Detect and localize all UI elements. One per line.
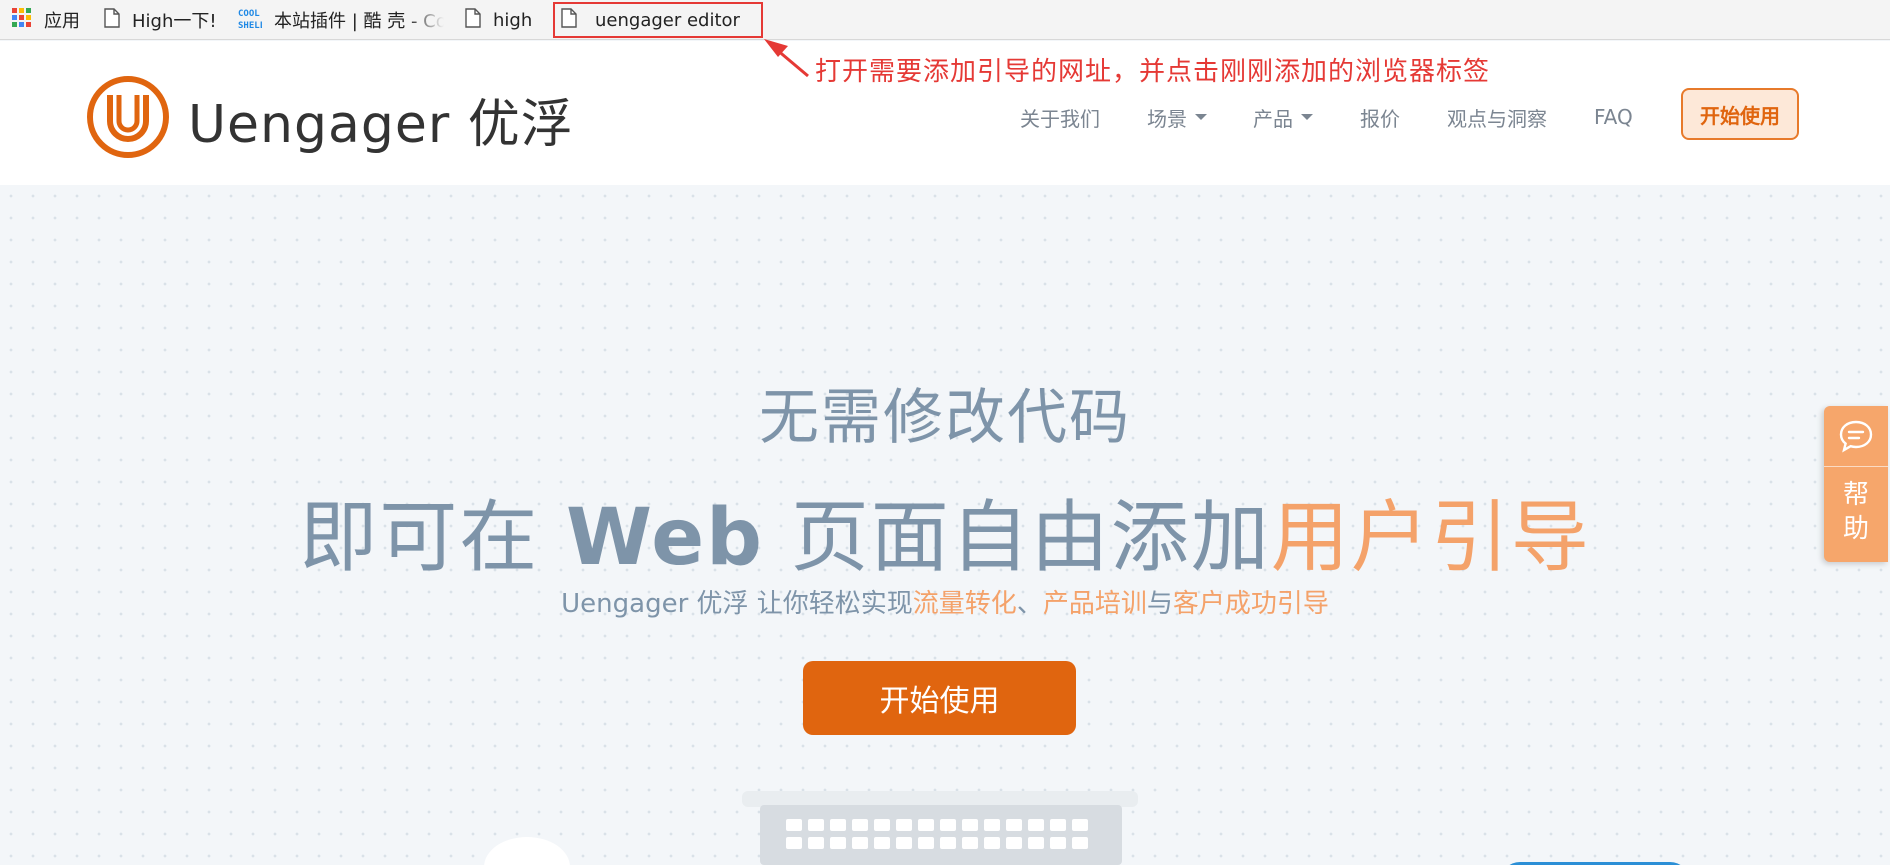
- laptop-key: [962, 837, 978, 849]
- svg-text:SHELL: SHELL: [238, 21, 262, 31]
- site-logo[interactable]: Uengager 优浮: [86, 75, 574, 163]
- laptop-key: [1006, 837, 1022, 849]
- hero-title-highlight: 用户引导: [1270, 493, 1591, 583]
- laptop-key: [852, 819, 868, 831]
- nav-insights[interactable]: 观点与洞察: [1447, 102, 1547, 132]
- laptop-key: [874, 819, 890, 831]
- bookmark-high[interactable]: high: [465, 0, 545, 40]
- nav-pricing[interactable]: 报价: [1360, 102, 1400, 132]
- nav-about-us[interactable]: 关于我们: [1020, 102, 1100, 132]
- help-widget[interactable]: 帮 助: [1824, 406, 1888, 562]
- laptop-key: [940, 837, 956, 849]
- decorative-shape: [484, 837, 570, 865]
- chat-bubble-icon[interactable]: [1836, 416, 1876, 456]
- hero-start-button[interactable]: 开始使用: [803, 661, 1076, 735]
- hero-title: 即可在 Web 页面自由添加用户引导: [0, 475, 1890, 587]
- page-icon: [104, 7, 120, 33]
- header-start-button[interactable]: 开始使用: [1681, 88, 1799, 140]
- hero-title-web: Web: [565, 493, 764, 583]
- hero-subtitle: 无需修改代码: [759, 383, 1131, 453]
- logo-text: Uengager 优浮: [188, 94, 574, 155]
- nav-label: 观点与洞察: [1447, 106, 1547, 131]
- page-icon: [465, 7, 481, 33]
- laptop-key: [1050, 837, 1066, 849]
- hero-desc-highlight-2: 产品培训: [1042, 589, 1147, 619]
- bookmark-label: uengager editor: [595, 9, 740, 31]
- nav-products[interactable]: 产品: [1253, 102, 1313, 132]
- hero-title-prefix: 即可在: [299, 493, 566, 583]
- laptop-key: [896, 837, 912, 849]
- laptop-key: [786, 837, 802, 849]
- hero-title-mid: 页面自由添加: [763, 493, 1271, 583]
- nav-label: 场景: [1147, 106, 1187, 131]
- bookmark-label: 本站插件 | 酷 壳 - Co: [274, 11, 444, 32]
- caret-down-icon: [1301, 114, 1313, 120]
- bookmark-coolshell[interactable]: COOL SHELL 本站插件 | 酷 壳 - Co: [238, 0, 444, 40]
- laptop-key: [1028, 837, 1044, 849]
- bookmark-apps[interactable]: 应用: [12, 0, 86, 40]
- nav-label: FAQ: [1594, 105, 1633, 129]
- annotation-text: 打开需要添加引导的网址，并点击刚刚添加的浏览器标签: [815, 57, 1491, 87]
- laptop-illustration: [760, 805, 1122, 865]
- laptop-key: [1006, 819, 1022, 831]
- laptop-key: [830, 837, 846, 849]
- laptop-key: [896, 819, 912, 831]
- laptop-key: [962, 819, 978, 831]
- help-label-char: 助: [1842, 514, 1869, 544]
- laptop-key: [940, 819, 956, 831]
- nav-faq[interactable]: FAQ: [1594, 102, 1633, 132]
- hero-desc-and: 与: [1146, 589, 1173, 619]
- laptop-key: [808, 819, 824, 831]
- nav-label: 关于我们: [1020, 106, 1100, 131]
- bookmark-label: 应用: [44, 11, 80, 32]
- laptop-key: [1072, 837, 1088, 849]
- laptop-key: [874, 837, 890, 849]
- help-divider: [1824, 466, 1888, 467]
- hero-desc-sep: 、: [1016, 589, 1043, 619]
- coolshell-icon: COOL SHELL: [238, 5, 266, 36]
- laptop-key: [830, 819, 846, 831]
- hero-description: Uengager 优浮 让你轻松实现流量转化、产品培训与客户成功引导: [0, 583, 1890, 620]
- laptop-key: [1050, 819, 1066, 831]
- bookmarks-bar: 应用 High一下! COOL SHELL 本站插件 | 酷 壳 - Co hig…: [0, 0, 1890, 40]
- laptop-key: [918, 837, 934, 849]
- hero-desc-highlight-3: 客户成功引导: [1172, 589, 1329, 619]
- laptop-key: [1072, 819, 1088, 831]
- svg-text:COOL: COOL: [238, 9, 260, 19]
- apps-grid-icon: [12, 7, 32, 33]
- laptop-key: [984, 837, 1000, 849]
- bookmark-high-yixia[interactable]: High一下!: [104, 0, 232, 40]
- caret-down-icon: [1195, 114, 1207, 120]
- nav-label: 报价: [1360, 106, 1400, 131]
- laptop-key: [852, 837, 868, 849]
- laptop-key: [1028, 819, 1044, 831]
- bookmark-uengager-editor[interactable]: uengager editor: [553, 2, 763, 38]
- bookmark-label: High一下!: [132, 11, 217, 32]
- nav-scenarios[interactable]: 场景: [1147, 102, 1207, 132]
- nav-label: 产品: [1253, 106, 1293, 131]
- hero-desc-prefix: Uengager 优浮 让你轻松实现: [561, 589, 913, 619]
- hero-section: 无需修改代码 即可在 Web 页面自由添加用户引导 Uengager 优浮 让你…: [0, 185, 1890, 865]
- page-icon: [561, 7, 577, 33]
- hero-desc-highlight-1: 流量转化: [912, 589, 1017, 619]
- laptop-key: [918, 819, 934, 831]
- help-label-char: 帮: [1842, 480, 1869, 510]
- laptop-key: [786, 819, 802, 831]
- laptop-key: [984, 819, 1000, 831]
- help-label[interactable]: 帮 助: [1824, 478, 1888, 546]
- logo-mark-icon: [86, 75, 170, 163]
- laptop-key: [808, 837, 824, 849]
- bookmark-label: high: [493, 9, 533, 31]
